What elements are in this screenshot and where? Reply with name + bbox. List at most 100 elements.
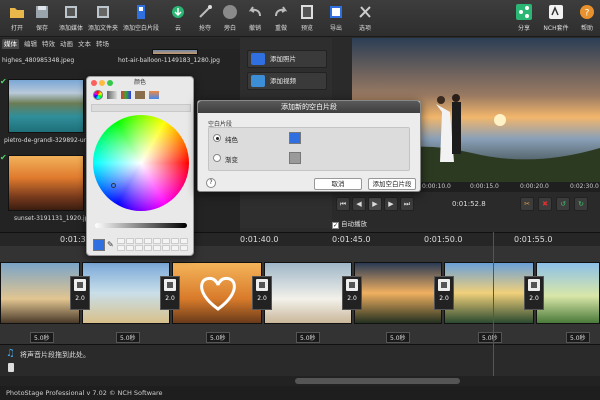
- check-icon: ✔: [0, 153, 7, 162]
- video-track: 2.0 2.0 2.0 2.0 2.0 2.0 5.0秒 5.0秒 5.0秒 5…: [0, 246, 600, 344]
- scrollbar-thumb[interactable]: [295, 378, 460, 384]
- gradient-radio[interactable]: [213, 154, 221, 162]
- timeline-clip[interactable]: [82, 262, 170, 324]
- transition-marker[interactable]: 2.0: [160, 276, 180, 310]
- eyedropper-icon[interactable]: ✎: [107, 240, 114, 249]
- color-wheel[interactable]: [93, 115, 189, 211]
- color-cursor[interactable]: [111, 183, 116, 188]
- add-image-button[interactable]: 添加照片: [247, 50, 327, 68]
- autoplay-checkbox[interactable]: ✓: [332, 222, 339, 229]
- step-forward-button[interactable]: ▶: [384, 197, 398, 211]
- timeline-clip[interactable]: [444, 262, 534, 324]
- media-item[interactable]: ✔ sunset-3191131_1920.jpg: [0, 153, 92, 223]
- tab-animation[interactable]: 动画: [58, 39, 75, 49]
- redo-icon: [272, 3, 290, 21]
- zoom-icon[interactable]: [107, 80, 113, 86]
- cloud-icon: [169, 3, 187, 21]
- color-wheel-mode-icon[interactable]: [93, 90, 103, 100]
- export-icon: [327, 3, 345, 21]
- pencils-mode-icon[interactable]: [149, 91, 159, 99]
- tab-effects[interactable]: 特效: [40, 39, 57, 49]
- clip-duration: 5.0秒: [116, 332, 140, 343]
- blank-clip-options: 纯色 渐变: [208, 127, 410, 171]
- selected-color-well[interactable]: [93, 239, 105, 251]
- media-item[interactable]: highes_480985348.jpeg: [0, 49, 86, 69]
- share-button[interactable]: 分享: [509, 3, 539, 35]
- solid-color-swatch[interactable]: [289, 132, 301, 144]
- step-back-button[interactable]: ◀: [352, 197, 366, 211]
- timeline-clip[interactable]: [0, 262, 80, 324]
- toolbar: 打开 保存 添加媒体 添加文件夹 添加空白片段 云 抢夺 旁白 撤销 重做 预览: [0, 0, 600, 37]
- add-blank-clip-confirm-button[interactable]: 添加空白片段: [368, 178, 416, 190]
- clip-duration: 5.0秒: [296, 332, 320, 343]
- nch-suite-button[interactable]: NCH套件: [541, 3, 571, 35]
- cloud-button[interactable]: 云: [163, 3, 193, 35]
- transition-marker[interactable]: 2.0: [70, 276, 90, 310]
- brightness-slider[interactable]: [95, 223, 187, 228]
- minimize-icon[interactable]: [99, 80, 105, 86]
- grab-icon: [196, 3, 214, 21]
- options-icon: [356, 3, 374, 21]
- video-icon: [251, 75, 265, 87]
- transition-icon: [164, 279, 176, 291]
- media-item-label: sunset-3191131_1920.jpg: [14, 215, 93, 222]
- nch-suite-icon: [547, 3, 565, 21]
- transition-marker[interactable]: 2.0: [342, 276, 362, 310]
- preview-button[interactable]: 预览: [292, 3, 322, 35]
- tab-media[interactable]: 媒体: [2, 39, 19, 49]
- timeline-scrollbar[interactable]: [0, 376, 600, 386]
- add-folder-icon: [94, 3, 112, 21]
- tab-edit[interactable]: 编辑: [22, 39, 39, 49]
- help-icon: ?: [578, 3, 596, 21]
- gradient-color-swatch[interactable]: [289, 152, 301, 164]
- timeline-clip[interactable]: [354, 262, 442, 324]
- help-icon[interactable]: ?: [206, 178, 216, 188]
- autoplay-toggle[interactable]: ✓ 自动播放: [332, 218, 367, 229]
- dialog-title: 添加新的空白片段: [198, 101, 420, 113]
- options-button[interactable]: 选项: [350, 3, 380, 35]
- music-note-icon: ♫: [6, 348, 15, 359]
- play-button[interactable]: ▶: [368, 197, 382, 211]
- close-icon[interactable]: [91, 80, 97, 86]
- media-item-label: pietro-de-grandi-329892-unsplash.jpg: [4, 137, 118, 144]
- clip-duration: 5.0秒: [206, 332, 230, 343]
- timecode: 0:01:52.8: [452, 200, 486, 208]
- playhead[interactable]: [493, 232, 494, 376]
- export-button[interactable]: 导出: [321, 3, 351, 35]
- audio-track[interactable]: ♫ 将声音片段拖到此处。: [0, 344, 600, 376]
- go-start-button[interactable]: ⏮: [336, 197, 350, 211]
- media-item[interactable]: hot-air-balloon-1149183_1280.jpg: [112, 49, 220, 69]
- go-end-button[interactable]: ⏭: [400, 197, 414, 211]
- add-blank-clip-button[interactable]: 添加空白片段: [121, 3, 161, 35]
- swatch-grid[interactable]: [117, 238, 189, 252]
- add-blank-clip-icon: [132, 3, 150, 21]
- rotate-right-button[interactable]: ↻: [574, 197, 588, 211]
- media-item-label: hot-air-balloon-1149183_1280.jpg: [118, 57, 220, 64]
- timeline-clip[interactable]: [536, 262, 600, 324]
- transition-marker[interactable]: 2.0: [252, 276, 272, 310]
- add-media-button[interactable]: 添加媒体: [56, 3, 86, 35]
- tab-transitions[interactable]: 转场: [94, 39, 111, 49]
- transition-marker[interactable]: 2.0: [524, 276, 544, 310]
- solid-color-label: 纯色: [225, 136, 238, 144]
- add-folder-button[interactable]: 添加文件夹: [86, 3, 120, 35]
- split-button[interactable]: ✂: [520, 197, 534, 211]
- cancel-button[interactable]: 取消: [314, 178, 362, 190]
- sliders-mode-icon[interactable]: [107, 91, 117, 99]
- solid-color-radio[interactable]: [213, 134, 221, 142]
- rotate-left-button[interactable]: ↺: [556, 197, 570, 211]
- narration-icon: [221, 3, 239, 21]
- save-button[interactable]: 保存: [27, 3, 57, 35]
- transition-marker[interactable]: 2.0: [434, 276, 454, 310]
- timeline-clip[interactable]: [172, 262, 262, 324]
- transition-icon: [438, 279, 450, 291]
- tab-text[interactable]: 文本: [76, 39, 93, 49]
- delete-button[interactable]: ✖: [538, 197, 552, 211]
- timeline-clip[interactable]: [264, 262, 352, 324]
- palettes-mode-icon[interactable]: [121, 91, 131, 99]
- image-palettes-mode-icon[interactable]: [135, 91, 145, 99]
- media-item[interactable]: ✔ pietro-de-grandi-329892-unsplash.jpg: [0, 77, 118, 144]
- add-video-button[interactable]: 添加视频: [247, 72, 327, 90]
- media-thumbnail: [8, 79, 84, 133]
- help-button[interactable]: ? 帮助: [572, 3, 600, 35]
